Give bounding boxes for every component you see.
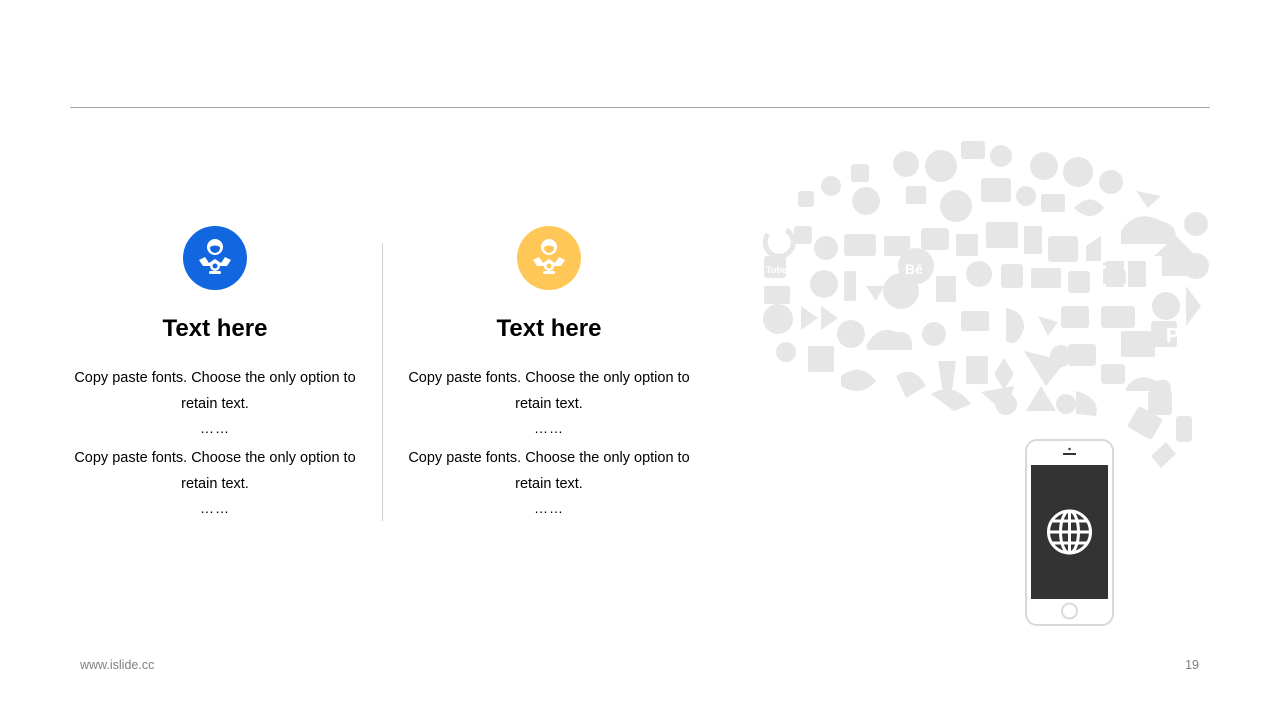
tube-label: Tube	[766, 265, 787, 275]
top-divider	[70, 107, 1210, 108]
social-media-icon-cloud: Tube Bē P in	[762, 141, 1209, 468]
behance-label: Bē	[905, 261, 923, 277]
ellipsis: ……	[534, 500, 564, 516]
column-title: Text here	[496, 315, 602, 342]
page-number: 19	[1185, 658, 1199, 672]
body-text: Copy paste fonts. Choose the only option…	[74, 450, 356, 492]
body-text: Copy paste fonts. Choose the only option…	[408, 450, 690, 492]
service-agent-icon	[199, 239, 231, 274]
body-text: Copy paste fonts. Choose the only option…	[408, 370, 690, 412]
column-title: Text here	[162, 315, 268, 342]
smartphone-illustration	[1025, 439, 1114, 626]
feature-column-right: Text here Copy paste fonts. Choose the o…	[404, 226, 694, 523]
ellipsis: ……	[534, 420, 564, 436]
globe-icon	[1047, 509, 1092, 555]
footer-url: www.islide.cc	[80, 658, 155, 672]
ellipsis: ……	[200, 420, 230, 436]
icon-badge-blue	[183, 226, 247, 290]
parking-label: P	[1166, 325, 1179, 347]
body-text: Copy paste fonts. Choose the only option…	[74, 370, 356, 412]
feature-column-left: Text here Copy paste fonts. Choose the o…	[70, 226, 360, 523]
column-divider	[382, 243, 383, 521]
ellipsis: ……	[200, 500, 230, 516]
linkedin-label: in	[1101, 258, 1128, 291]
service-agent-icon	[533, 239, 565, 274]
icon-badge-yellow	[517, 226, 581, 290]
